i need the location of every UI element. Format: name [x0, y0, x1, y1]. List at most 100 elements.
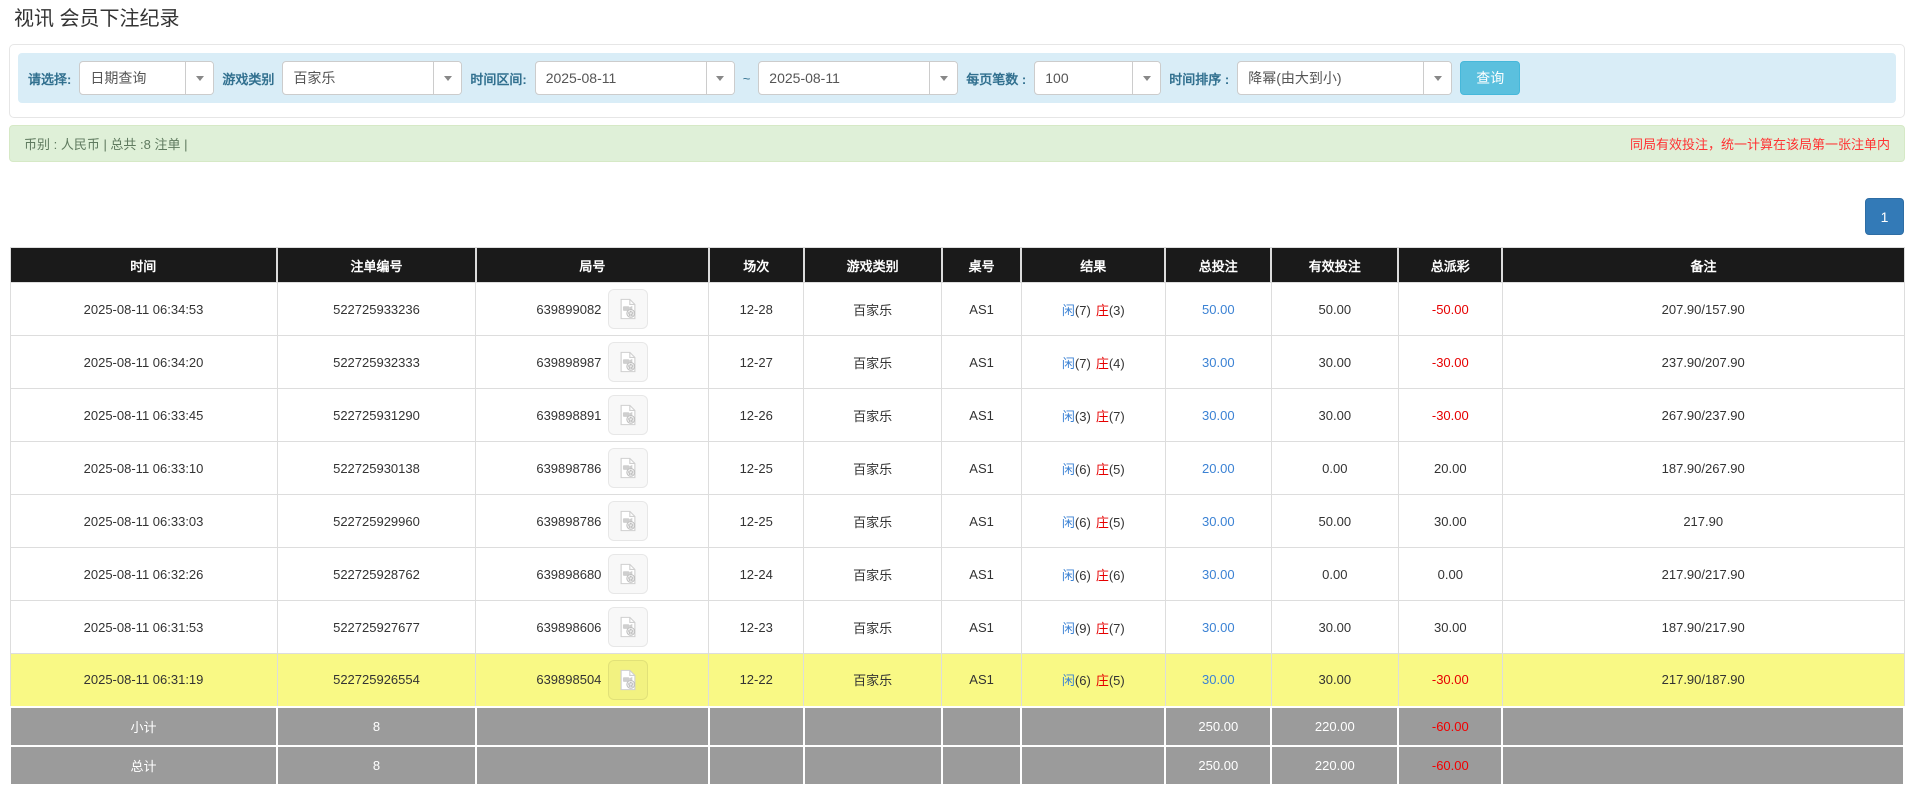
banker-label: 庄 [1096, 568, 1109, 583]
chevron-down-icon [929, 62, 957, 94]
cell-session: 12-25 [709, 495, 804, 548]
cell-round-id: 639898786 [476, 495, 709, 548]
round-id-text: 639898786 [536, 461, 601, 476]
cell-remark: 187.90/267.90 [1502, 442, 1904, 495]
cell-payout: -30.00 [1398, 336, 1502, 389]
subtotal-label: 小计 [10, 707, 277, 746]
cell-time: 2025-08-11 06:33:03 [10, 495, 277, 548]
cell-total-bet[interactable]: 30.00 [1165, 601, 1271, 654]
query-type-value: 日期查询 [80, 62, 185, 94]
date-from-select[interactable]: 2025-08-11 [535, 61, 735, 95]
cell-time: 2025-08-11 06:31:19 [10, 654, 277, 707]
cell-valid-bet: 50.00 [1271, 495, 1398, 548]
video-playback-button[interactable] [608, 501, 648, 541]
cell-valid-bet: 30.00 [1271, 654, 1398, 707]
banker-score: (3) [1109, 303, 1125, 318]
player-score: (7) [1075, 303, 1091, 318]
cell-table-no: AS1 [942, 601, 1022, 654]
video-playback-button[interactable] [608, 448, 648, 488]
subtotal-valid-bet: 220.00 [1271, 707, 1398, 746]
cell-game: 百家乐 [804, 336, 942, 389]
banker-label: 庄 [1096, 462, 1109, 477]
video-file-icon [617, 616, 639, 638]
player-score: (6) [1075, 568, 1091, 583]
cell-round-id: 639899082 [476, 283, 709, 336]
player-label: 闲 [1062, 409, 1075, 424]
cell-valid-bet: 30.00 [1271, 601, 1398, 654]
banker-label: 庄 [1096, 673, 1109, 688]
player-label: 闲 [1062, 621, 1075, 636]
col-header-valid-bet: 有效投注 [1271, 248, 1398, 283]
cell-total-bet[interactable]: 30.00 [1165, 548, 1271, 601]
banker-score: (5) [1109, 515, 1125, 530]
pagination: 1 [9, 198, 1904, 236]
query-type-select[interactable]: 日期查询 [79, 61, 214, 95]
cell-total-bet[interactable]: 50.00 [1165, 283, 1271, 336]
cell-total-bet[interactable]: 30.00 [1165, 389, 1271, 442]
round-id-text: 639898891 [536, 408, 601, 423]
cell-game: 百家乐 [804, 654, 942, 707]
cell-total-bet[interactable]: 20.00 [1165, 442, 1271, 495]
cell-payout: 30.00 [1398, 495, 1502, 548]
page-button-1[interactable]: 1 [1865, 198, 1904, 235]
cell-table-no: AS1 [942, 283, 1022, 336]
bet-records-table: 时间 注单编号 局号 场次 游戏类别 桌号 结果 总投注 有效投注 总派彩 备注… [9, 247, 1905, 786]
banker-score: (5) [1109, 673, 1125, 688]
date-to-select[interactable]: 2025-08-11 [758, 61, 958, 95]
subtotal-count: 8 [277, 707, 476, 746]
player-label: 闲 [1062, 356, 1075, 371]
date-from-value: 2025-08-11 [536, 62, 706, 94]
video-file-icon [617, 404, 639, 426]
grand-total-count: 8 [277, 746, 476, 785]
cell-table-no: AS1 [942, 548, 1022, 601]
col-header-table-no: 桌号 [942, 248, 1022, 283]
cell-session: 12-23 [709, 601, 804, 654]
cell-bet-id: 522725932333 [277, 336, 476, 389]
cell-total-bet[interactable]: 30.00 [1165, 336, 1271, 389]
search-button[interactable]: 查询 [1460, 61, 1520, 95]
grand-total-total-bet: 250.00 [1165, 746, 1271, 785]
round-id-text: 639898606 [536, 620, 601, 635]
cell-bet-id: 522725931290 [277, 389, 476, 442]
video-file-icon [617, 563, 639, 585]
cell-bet-id: 522725927677 [277, 601, 476, 654]
video-playback-button[interactable] [608, 607, 648, 647]
page-size-select[interactable]: 100 [1034, 61, 1161, 95]
time-sort-select[interactable]: 降幂(由大到小) [1237, 61, 1452, 95]
player-score: (7) [1075, 356, 1091, 371]
banker-score: (7) [1109, 621, 1125, 636]
game-category-select[interactable]: 百家乐 [282, 61, 462, 95]
banker-label: 庄 [1096, 409, 1109, 424]
cell-total-bet[interactable]: 30.00 [1165, 654, 1271, 707]
cell-payout: -30.00 [1398, 389, 1502, 442]
cell-payout: -50.00 [1398, 283, 1502, 336]
cell-round-id: 639898786 [476, 442, 709, 495]
col-header-remark: 备注 [1502, 248, 1904, 283]
video-playback-button[interactable] [608, 395, 648, 435]
video-playback-button[interactable] [608, 289, 648, 329]
cell-round-id: 639898606 [476, 601, 709, 654]
cell-valid-bet: 0.00 [1271, 442, 1398, 495]
video-playback-button[interactable] [608, 342, 648, 382]
cell-remark: 217.90/187.90 [1502, 654, 1904, 707]
table-row: 2025-08-11 06:31:53 522725927677 6398986… [10, 601, 1904, 654]
player-score: (6) [1075, 673, 1091, 688]
col-header-bet-id: 注单编号 [277, 248, 476, 283]
table-row: 2025-08-11 06:33:10 522725930138 6398987… [10, 442, 1904, 495]
col-header-round-id: 局号 [476, 248, 709, 283]
video-playback-button[interactable] [608, 554, 648, 594]
cell-table-no: AS1 [942, 389, 1022, 442]
cell-bet-id: 522725930138 [277, 442, 476, 495]
cell-game: 百家乐 [804, 548, 942, 601]
cell-session: 12-25 [709, 442, 804, 495]
chevron-down-icon [706, 62, 734, 94]
banker-label: 庄 [1096, 621, 1109, 636]
cell-remark: 207.90/157.90 [1502, 283, 1904, 336]
game-category-label: 游戏类别 [222, 69, 274, 88]
cell-valid-bet: 30.00 [1271, 336, 1398, 389]
video-playback-button[interactable] [608, 660, 648, 700]
round-id-text: 639898987 [536, 355, 601, 370]
cell-bet-id: 522725929960 [277, 495, 476, 548]
cell-total-bet[interactable]: 30.00 [1165, 495, 1271, 548]
col-header-result: 结果 [1021, 248, 1165, 283]
